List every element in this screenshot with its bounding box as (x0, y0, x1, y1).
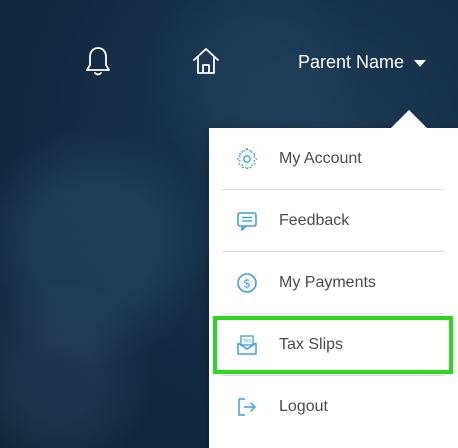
user-menu-toggle[interactable]: Parent Name (298, 50, 427, 74)
menu-item-label: My Account (279, 149, 362, 167)
dollar-icon: $ (235, 271, 259, 295)
svg-text:TAX: TAX (242, 338, 252, 344)
caret-down-icon (414, 59, 427, 67)
home-icon[interactable] (190, 44, 222, 78)
menu-item-label: Logout (279, 397, 328, 415)
menu-item-label: Tax Slips (279, 335, 344, 353)
user-name: Parent Name (298, 51, 405, 72)
tax-envelope-icon: TAX (235, 333, 259, 357)
user-dropdown-menu: My Account Feedback $ My Payments TAX Ta… (209, 110, 458, 448)
svg-text:$: $ (243, 276, 251, 290)
menu-item-tax-slips[interactable]: TAX Tax Slips (209, 314, 458, 375)
menu-item-label: Feedback (279, 211, 350, 229)
menu-item-logout[interactable]: Logout (209, 376, 458, 437)
menu-item-my-payments[interactable]: $ My Payments (209, 252, 458, 313)
message-icon (235, 209, 259, 233)
menu-item-feedback[interactable]: Feedback (209, 190, 458, 251)
menu-item-label: My Payments (279, 273, 376, 291)
menu-item-my-account[interactable]: My Account (209, 128, 458, 189)
bell-icon[interactable] (82, 44, 114, 78)
top-navigation-bar: Parent Name (0, 0, 458, 120)
logout-icon (235, 395, 259, 419)
gear-icon (235, 147, 259, 171)
